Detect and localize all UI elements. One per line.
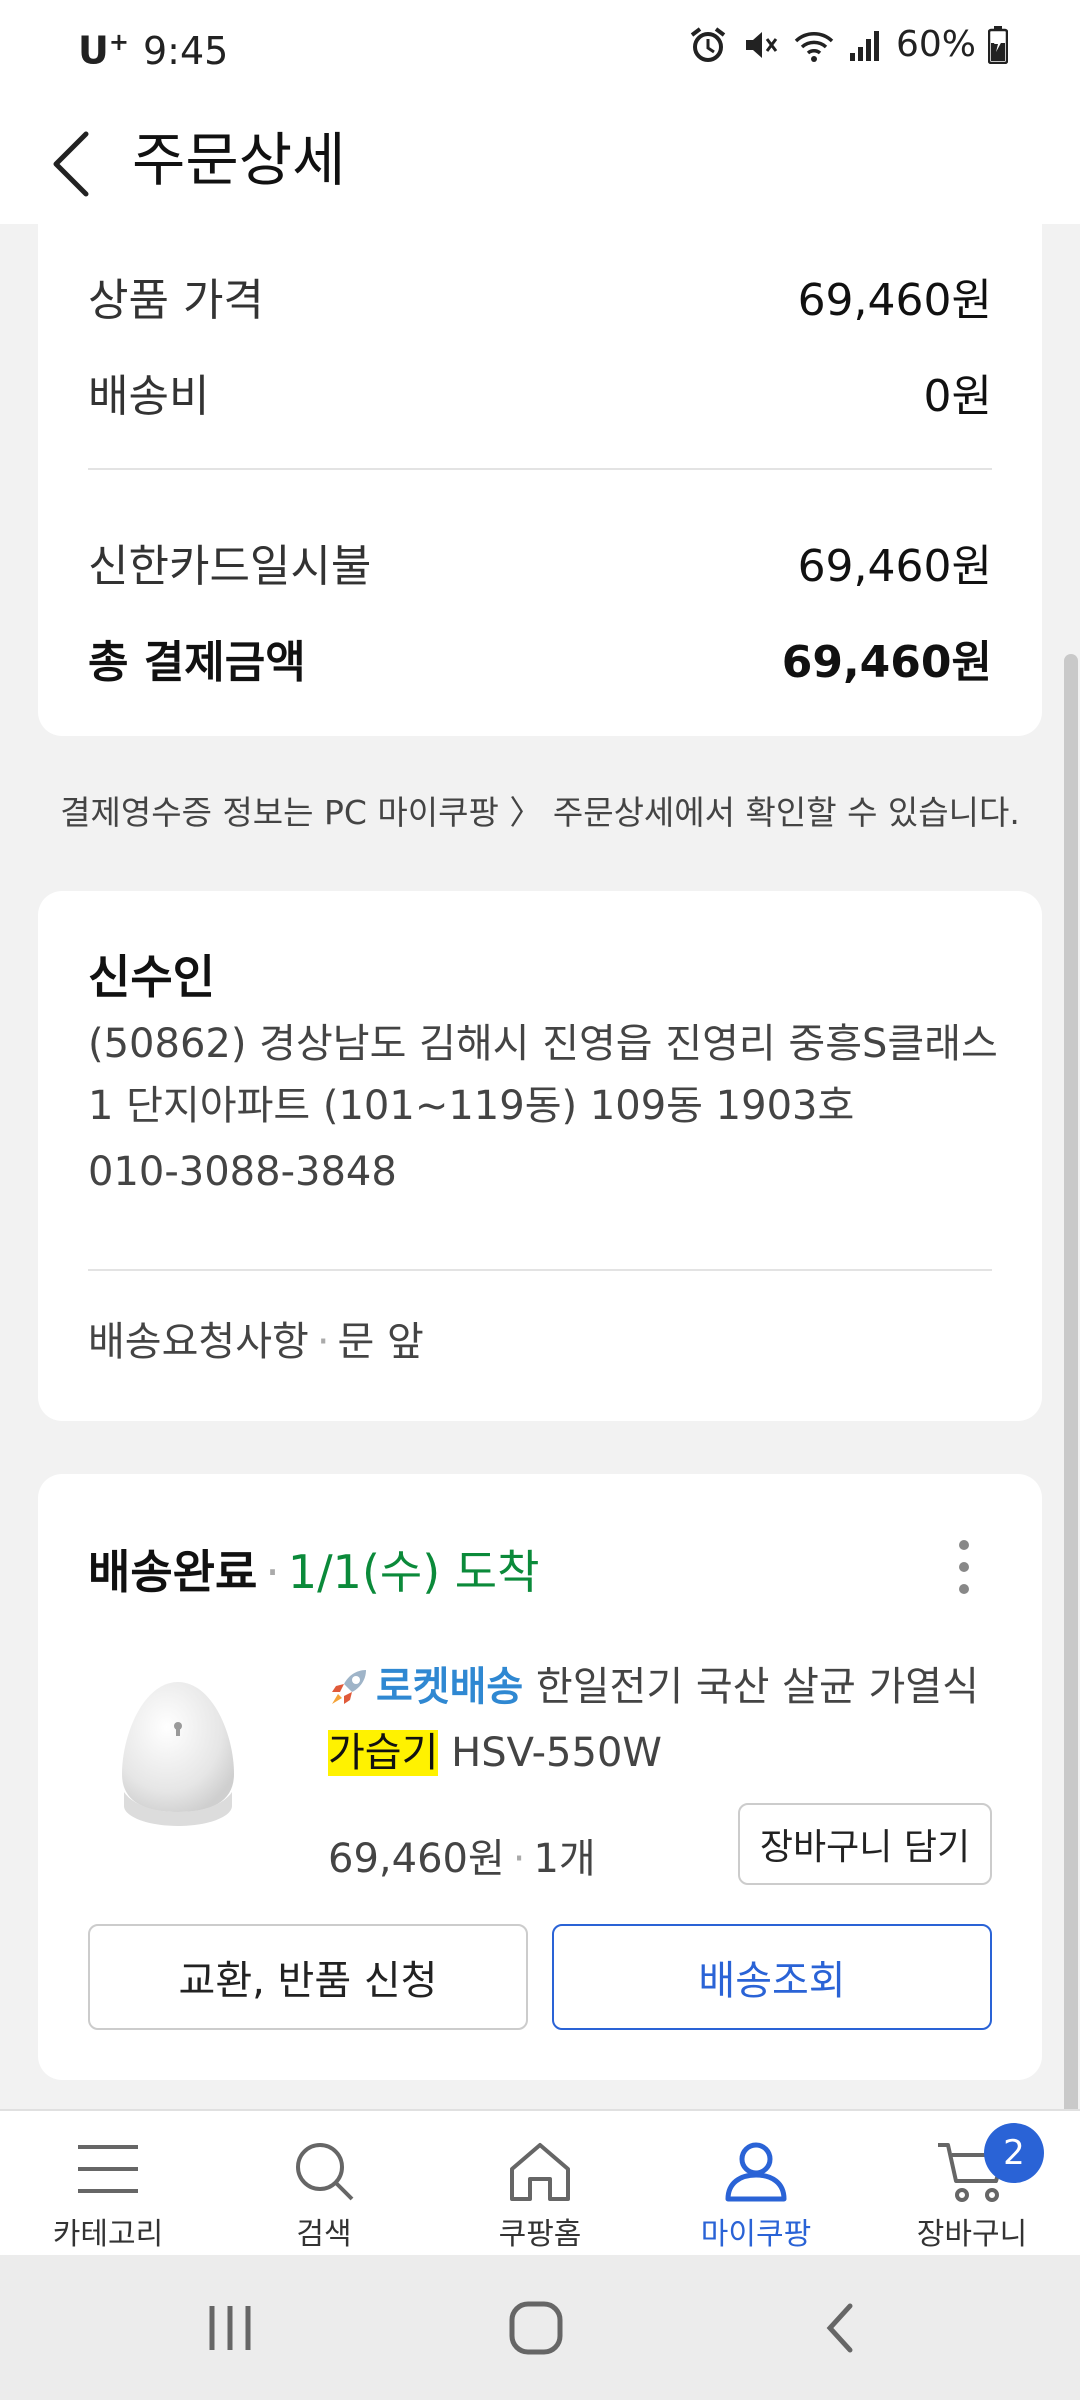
nav-category[interactable]: 카테고리 xyxy=(0,2111,216,2255)
system-nav-bar xyxy=(0,2255,1080,2400)
shipping-fee-value: 0원 xyxy=(923,371,992,422)
payment-summary-card: 상품 가격 69,460원 배송비 0원 신한카드일시불 69,460원 총 결… xyxy=(38,224,1042,736)
product-name-text: 한일전기 국산 살균 가열식 xyxy=(535,1664,979,1710)
product-price-label: 상품 가격 xyxy=(88,275,264,326)
payment-method-row: 신한카드일시불 69,460원 xyxy=(88,530,992,594)
status-time: 9:45 xyxy=(142,28,229,73)
menu-icon xyxy=(78,2145,138,2193)
nav-home-label: 쿠팡홈 xyxy=(498,2217,582,2252)
payment-method-label: 신한카드일시불 xyxy=(88,541,372,592)
item-price: 69,460원 xyxy=(328,1836,505,1882)
wifi-icon xyxy=(794,31,834,62)
nav-mycoupang[interactable]: 마이쿠팡 xyxy=(648,2111,864,2255)
cart-count-badge: 2 xyxy=(984,2123,1044,2183)
item-quantity: 1개 xyxy=(533,1836,596,1882)
product-price-row: 상품 가격 69,460원 xyxy=(88,264,992,328)
nav-search[interactable]: 검색 xyxy=(216,2111,432,2255)
signal-icon xyxy=(849,30,879,61)
product-name[interactable]: 로켓배송 한일전기 국산 살균 가열식가습기 HSV-550W xyxy=(328,1654,1008,1786)
separator-dot: · xyxy=(265,1545,280,1599)
shipping-fee-row: 배송비 0원 xyxy=(88,360,992,424)
total-payment-value: 69,460원 xyxy=(781,637,992,688)
recipient-divider xyxy=(88,1269,992,1271)
battery-icon xyxy=(988,25,1008,64)
delivery-request-value: 문 앞 xyxy=(337,1319,424,1365)
user-icon xyxy=(725,2142,787,2202)
status-bar: U+ 9:45 60% xyxy=(0,0,1080,104)
content-scroll[interactable]: 상품 가격 69,460원 배송비 0원 신한카드일시불 69,460원 총 결… xyxy=(0,224,1080,2109)
alarm-icon xyxy=(690,26,726,62)
back-button-icon[interactable] xyxy=(812,2300,872,2356)
mute-icon xyxy=(745,31,778,58)
separator-dot: · xyxy=(512,1836,526,1882)
recipient-phone: 010-3088-3848 xyxy=(88,1149,397,1195)
separator-dot: · xyxy=(316,1319,330,1365)
total-payment-label: 총 결제금액 xyxy=(88,637,306,688)
product-price-value: 69,460원 xyxy=(797,275,992,326)
nav-cart[interactable]: 2 장바구니 xyxy=(864,2111,1080,2255)
page-title: 주문상세 xyxy=(132,126,346,194)
delivery-arrival-date: 1/1(수) 도착 xyxy=(287,1545,540,1599)
receipt-note: 결제영수증 정보는 PC 마이쿠팡 〉 주문상세에서 확인할 수 있습니다. xyxy=(60,793,1020,832)
delivery-request: 배송요청사항 · 문 앞 xyxy=(88,1309,424,1367)
delivery-request-label: 배송요청사항 xyxy=(88,1319,309,1365)
nav-mycoupang-label: 마이쿠팡 xyxy=(700,2217,812,2252)
rocket-delivery-label: 로켓배송 xyxy=(376,1664,524,1710)
back-arrow-icon[interactable] xyxy=(40,124,120,204)
payment-method-amount: 69,460원 xyxy=(797,541,992,592)
nav-category-label: 카테고리 xyxy=(52,2217,164,2252)
recent-apps-icon[interactable] xyxy=(200,2300,260,2356)
status-left: U+ 9:45 xyxy=(78,28,228,73)
track-delivery-button[interactable]: 배송조회 xyxy=(552,1924,992,2030)
product-price-quantity: 69,460원 · 1개 xyxy=(328,1826,596,1884)
recipient-address: (50862) 경상남도 김해시 진영읍 진영리 중흥S클래스1 단지아파트 (… xyxy=(88,1021,998,1129)
status-right: 60% xyxy=(688,24,1008,65)
product-name-highlight: 가습기 xyxy=(328,1730,439,1776)
home-button-icon[interactable] xyxy=(506,2300,566,2356)
product-model: HSV-550W xyxy=(451,1730,662,1776)
exchange-return-button[interactable]: 교환, 반품 신청 xyxy=(88,1924,528,2030)
product-image[interactable] xyxy=(108,1674,248,1834)
app-bar: 주문상세 xyxy=(0,104,1080,224)
battery-percent: 60% xyxy=(895,24,976,65)
scrollbar[interactable] xyxy=(1064,654,1078,2109)
nav-search-label: 검색 xyxy=(296,2217,352,2252)
nav-cart-label: 장바구니 xyxy=(916,2217,1028,2252)
recipient-card: 신수인 (50862) 경상남도 김해시 진영읍 진영리 중흥S클래스1 단지아… xyxy=(38,891,1042,1421)
rocket-delivery-badge: 로켓배송 xyxy=(328,1664,523,1710)
delivery-status-label: 배송완료 xyxy=(88,1545,258,1599)
home-icon xyxy=(510,2143,570,2201)
search-icon xyxy=(296,2143,354,2201)
nav-home[interactable]: 쿠팡홈 xyxy=(432,2111,648,2255)
add-to-cart-button[interactable]: 장바구니 담기 xyxy=(738,1803,992,1885)
more-options-icon[interactable] xyxy=(954,1540,974,1596)
summary-divider xyxy=(88,468,992,470)
rocket-icon xyxy=(332,1670,366,1704)
total-payment-row: 총 결제금액 69,460원 xyxy=(88,626,992,690)
carrier-label: U+ xyxy=(78,28,129,73)
delivery-status: 배송완료 · 1/1(수) 도착 xyxy=(88,1536,539,1602)
bottom-nav: 카테고리 검색 쿠팡홈 마이쿠팡 2 장바구니 xyxy=(0,2109,1080,2255)
delivery-card: 배송완료 · 1/1(수) 도착 로켓배송 한일전기 국산 살균 가열식가습기 HS… xyxy=(38,1474,1042,2080)
shipping-fee-label: 배송비 xyxy=(88,371,210,422)
recipient-name: 신수인 xyxy=(88,950,215,1004)
